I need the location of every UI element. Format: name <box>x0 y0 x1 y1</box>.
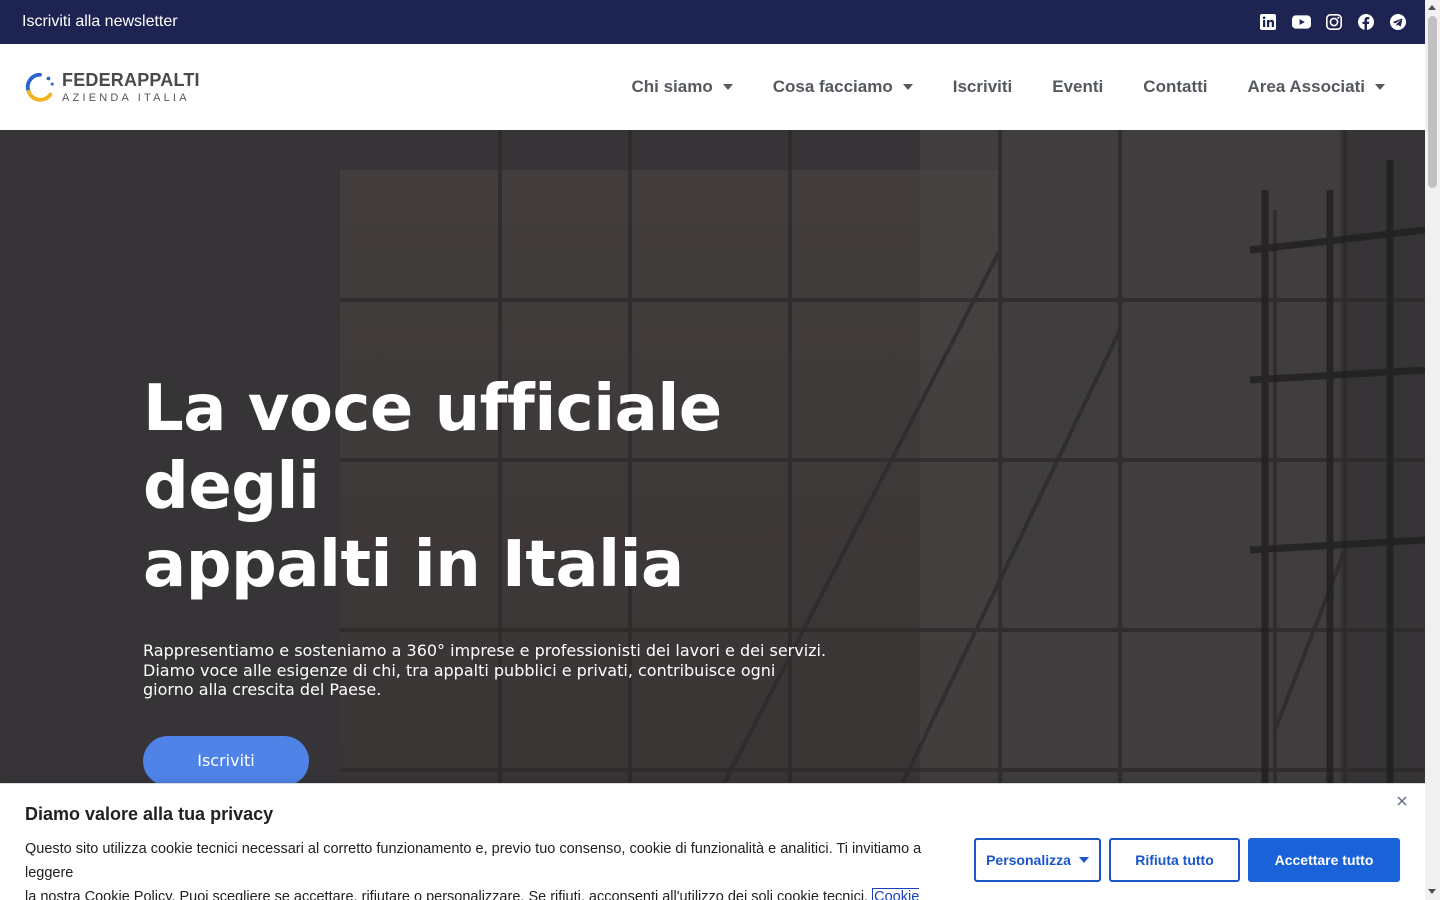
customize-button[interactable]: Personalizza <box>974 838 1101 882</box>
reject-all-button[interactable]: Rifiuta tutto <box>1109 838 1240 882</box>
chevron-down-icon <box>902 84 913 90</box>
close-icon[interactable] <box>1394 793 1410 809</box>
chevron-down-icon <box>1078 857 1089 863</box>
newsletter-link[interactable]: Iscriviti alla newsletter <box>22 13 178 31</box>
nav-item-iscriviti[interactable]: Iscriviti <box>953 77 1013 97</box>
chevron-down-icon <box>1375 84 1385 90</box>
page-scrollbar[interactable] <box>1425 0 1440 900</box>
nav-item-contatti[interactable]: Contatti <box>1143 77 1207 97</box>
logo-subtitle: AZIENDA ITALIA <box>62 91 190 104</box>
top-bar: Iscriviti alla newsletter <box>0 0 1425 44</box>
site-header: FEDERAPPALTI AZIENDA ITALIA Chi siamo Co… <box>0 44 1425 130</box>
nav-item-chi-siamo[interactable]: Chi siamo <box>631 77 733 97</box>
nav-item-area-associati[interactable]: Area Associati <box>1248 77 1385 97</box>
hero-title: La voce ufficiale degli appalti in Itali… <box>143 372 722 602</box>
logo-icon <box>25 72 54 102</box>
telegram-icon[interactable] <box>1389 13 1407 31</box>
logo-name: FEDERAPPALTI <box>62 69 200 90</box>
hero-subscribe-button[interactable]: Iscriviti <box>143 735 309 786</box>
cookie-banner: Diamo valore alla tua privacy Questo sit… <box>0 783 1425 900</box>
hero-content: La voce ufficiale degli appalti in Itali… <box>143 370 903 786</box>
instagram-icon[interactable] <box>1325 13 1343 31</box>
scroll-thumb[interactable] <box>1428 16 1437 188</box>
nav-item-cosa-facciamo[interactable]: Cosa facciamo <box>773 77 913 97</box>
accept-all-button[interactable]: Accettare tutto <box>1248 838 1400 882</box>
site-logo[interactable]: FEDERAPPALTI AZIENDA ITALIA <box>24 70 200 104</box>
nav-item-eventi[interactable]: Eventi <box>1052 77 1103 97</box>
hero-description: Rappresentiamo e sosteniamo a 360° impre… <box>143 641 827 699</box>
youtube-icon[interactable] <box>1291 13 1311 31</box>
linkedin-icon[interactable] <box>1259 13 1277 31</box>
main-nav: Chi siamo Cosa facciamo Iscriviti Eventi… <box>631 77 1385 97</box>
scroll-up-icon[interactable] <box>1428 5 1436 10</box>
scroll-down-icon[interactable] <box>1428 889 1436 894</box>
cookie-title: Diamo valore alla tua privacy <box>25 804 274 824</box>
chevron-down-icon <box>722 84 733 90</box>
social-links <box>1259 13 1407 31</box>
cookie-text: Questo sito utilizza cookie tecnici nece… <box>25 837 960 900</box>
facebook-icon[interactable] <box>1357 13 1375 31</box>
